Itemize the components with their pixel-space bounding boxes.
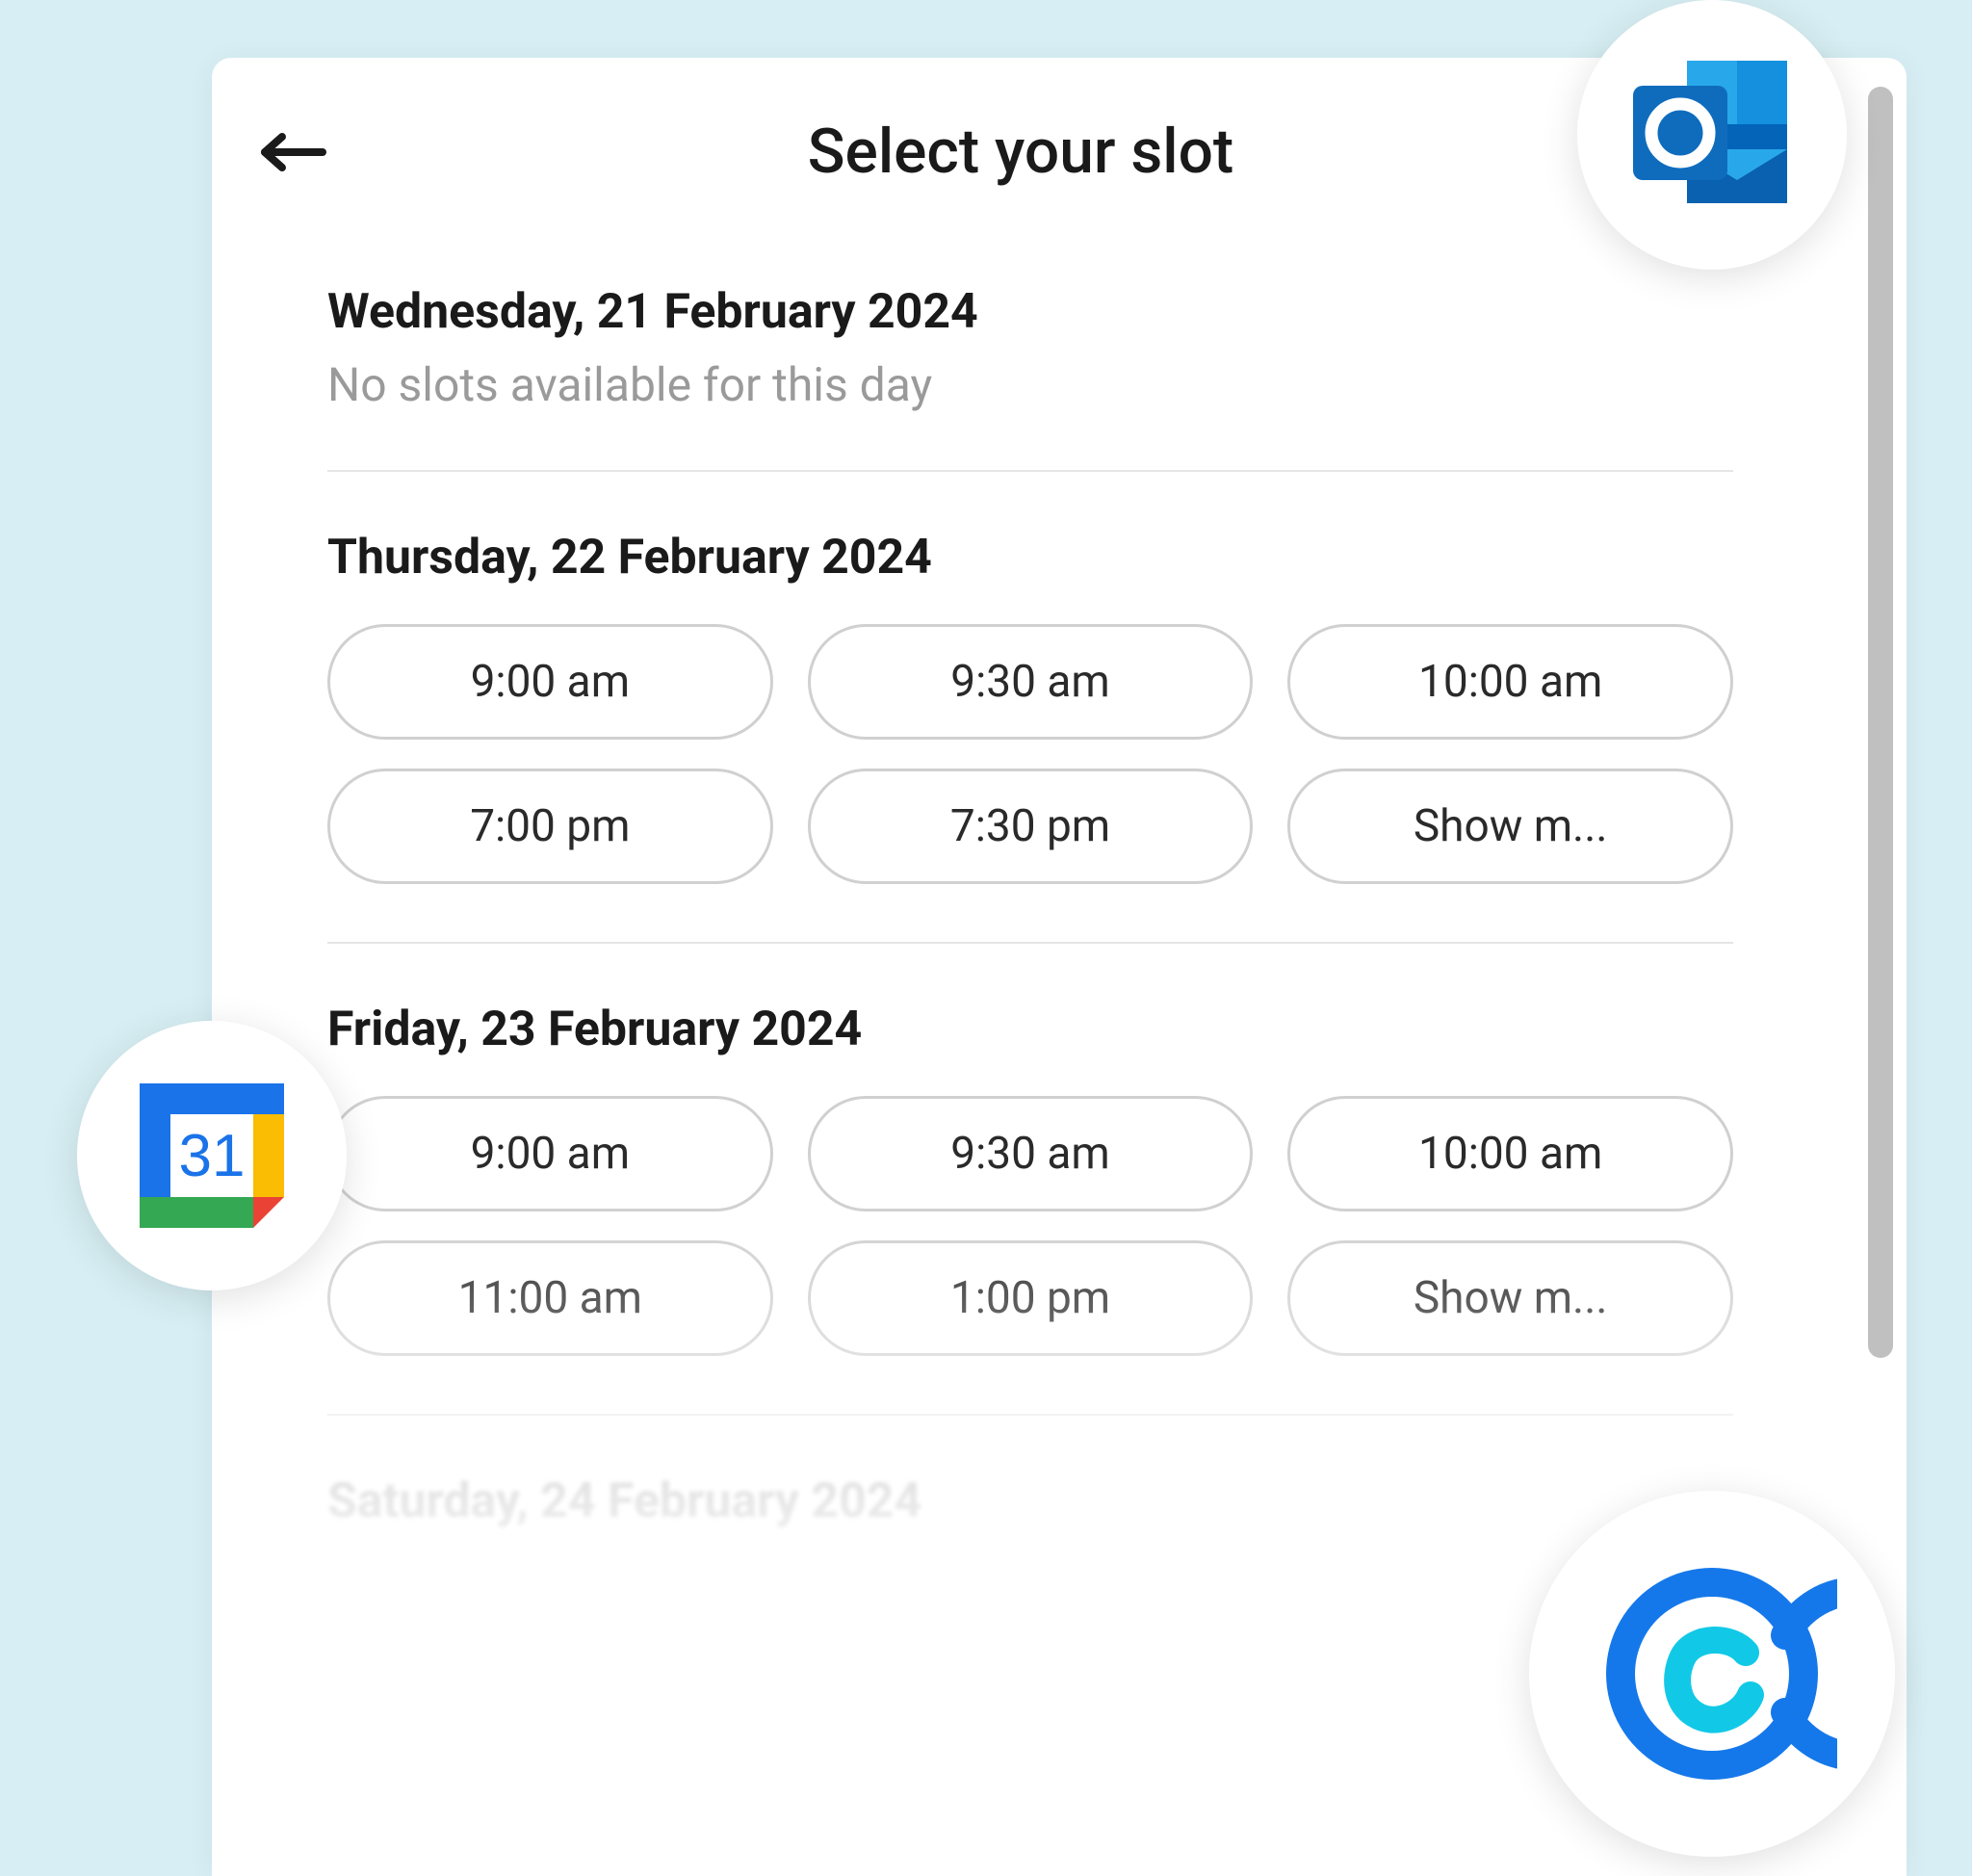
show-more-button[interactable]: Show m... xyxy=(1287,769,1733,884)
outlook-icon xyxy=(1625,53,1799,217)
day-heading: Thursday, 22 February 2024 xyxy=(327,530,1733,586)
day-block: Wednesday, 21 February 2024 No slots ava… xyxy=(212,226,1849,412)
time-slot-button[interactable]: 9:00 am xyxy=(327,624,773,740)
time-slot-button[interactable]: 7:00 pm xyxy=(327,769,773,884)
back-button[interactable] xyxy=(250,118,337,186)
time-slot-button[interactable]: 1:00 pm xyxy=(808,1240,1254,1356)
time-slot-button[interactable]: 9:00 am xyxy=(327,1096,773,1212)
google-calendar-day-number: 31 xyxy=(140,1083,284,1228)
day-heading: Wednesday, 21 February 2024 xyxy=(327,284,1733,340)
time-slot-button[interactable]: 11:00 am xyxy=(327,1240,773,1356)
day-block: Saturday, 24 February 2024 xyxy=(212,1416,1849,1529)
time-slot-button[interactable]: 9:30 am xyxy=(808,624,1254,740)
day-block: Thursday, 22 February 2024 9:00 am 9:30 … xyxy=(212,472,1849,884)
calendly-badge xyxy=(1529,1491,1895,1857)
time-slot-button[interactable]: 10:00 am xyxy=(1287,1096,1733,1212)
back-arrow-icon xyxy=(259,128,328,176)
outlook-badge xyxy=(1577,0,1847,270)
time-slot-button[interactable]: 7:30 pm xyxy=(808,769,1254,884)
scrollbar-thumb[interactable] xyxy=(1868,87,1893,1358)
slots-grid: 9:00 am 9:30 am 10:00 am 7:00 pm 7:30 pm… xyxy=(327,624,1733,884)
time-slot-button[interactable]: 9:30 am xyxy=(808,1096,1254,1212)
time-slot-button[interactable]: 10:00 am xyxy=(1287,624,1733,740)
page-title: Select your slot xyxy=(337,116,1704,188)
panel-content: Select your slot Wednesday, 21 February … xyxy=(212,58,1849,1547)
show-more-button[interactable]: Show m... xyxy=(1287,1240,1733,1356)
no-slots-message: No slots available for this day xyxy=(327,357,1733,412)
day-heading: Saturday, 24 February 2024 xyxy=(327,1473,1733,1529)
google-calendar-badge: 31 xyxy=(77,1021,347,1290)
day-heading: Friday, 23 February 2024 xyxy=(327,1002,1733,1057)
slots-grid: 9:00 am 9:30 am 10:00 am 11:00 am 1:00 p… xyxy=(327,1096,1733,1356)
calendly-icon xyxy=(1587,1549,1837,1799)
google-calendar-icon: 31 xyxy=(140,1083,284,1228)
day-block: Friday, 23 February 2024 9:00 am 9:30 am… xyxy=(212,944,1849,1356)
